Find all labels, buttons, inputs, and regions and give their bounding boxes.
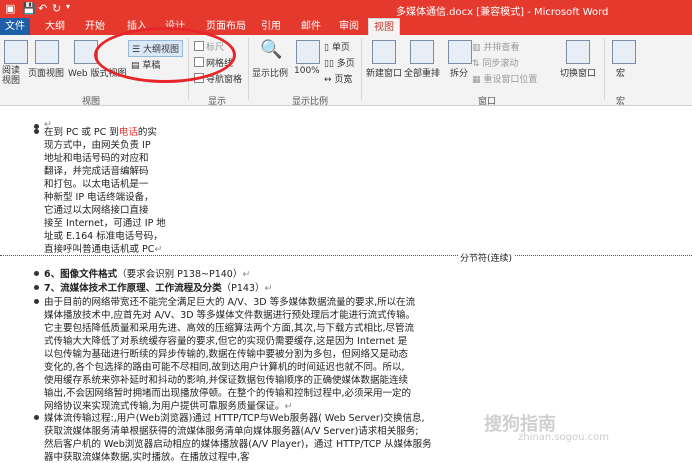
tab-mailings[interactable]: 邮件 [296,18,326,35]
group-separator [604,38,605,100]
text-line: 然后客户机的 Web浏览器启动相应的媒体播放器(A/V Player)，通过 H… [44,439,432,450]
page-width-label: 页宽 [334,75,353,85]
sync-scroll-label: 同步滚动 [482,59,519,69]
tab-outline[interactable]: 大纲 [40,18,70,35]
text-line: 以包传输为基础进行断续的异步传输的,数据在传输中要被分割为多包，但网络又是动态 [44,349,409,360]
outline-bullet [34,129,39,134]
arrange-all-icon[interactable] [410,40,434,64]
text-line: 现方式中，由网关负责 IP [44,140,151,151]
heading-6: 6、图像文件格式（要求会识别 P138~P140）↵ [44,269,251,280]
zoom-100-icon[interactable] [296,40,320,64]
tab-references[interactable]: 引用 [256,18,286,35]
text-line: 媒体播放技术中,应首先对 A/V、3D 等多媒体文件数据进行预处理后才能进行流式… [44,310,416,321]
text-line: 接至 Internet，可通过 IP 地 [44,218,166,229]
tab-view[interactable]: 视图 [368,18,400,36]
sync-scroll-button[interactable]: ⇅ 同步滚动 [472,56,518,69]
one-page-icon: ▯ [324,43,329,53]
arrange-all-button[interactable]: 全部重排 [404,66,440,79]
text-line: 媒体流传输过程:,用户(Web浏览器)通过 HTTP/TCP与Web服务器( W… [44,413,425,424]
macros-icon[interactable] [612,40,636,64]
nav-pane-label: 导航窗格 [206,75,243,85]
group-separator [361,38,362,100]
split-icon[interactable] [448,40,472,64]
print-layout-icon[interactable] [35,40,59,64]
reset-window-icon: ▦ [472,75,481,85]
sync-scroll-icon: ⇅ [472,59,480,69]
side-by-side-button[interactable]: ▥ 并排查看 [472,40,519,53]
tab-file[interactable]: 文件 [0,18,30,35]
tab-review[interactable]: 审阅 [334,18,364,35]
zoom-100-button[interactable]: 100% [294,66,320,76]
watermark-url: zhinan.sogou.com [518,432,610,443]
text-line: 输出,不会因网络暂时拥堵而出现播放停顿。在整个的传输和控制过程中,必须采用一定的 [44,388,412,399]
tab-home[interactable]: 开始 [80,18,110,35]
zoom-magnifier-icon[interactable]: 🔍 [260,39,282,60]
heading-7: 7、流媒体技术工作原理、工作流程及分类（P143）↵ [44,283,273,294]
macros-button[interactable]: 宏 [616,66,625,79]
text-line: 式传输大大降低了对系统缓存容量的要求,但它的实现仍需要缓存,这是因为 Inter… [44,336,408,347]
reset-window-label: 重设窗口位置 [483,75,538,85]
text-line: 它主要包括降低质量和采用先进、高效的压缩算法两个方面,其次,与下载方式相比,尽管… [44,323,415,334]
text-line: 在到 PC 或 PC 到电话的实 [44,127,157,138]
redo-icon[interactable]: ↻ [52,2,61,15]
switch-windows-button[interactable]: 切换窗口 [560,66,596,79]
zoom-button[interactable]: 显示比例 [252,66,288,79]
word-logo-icon: ▣ [5,2,16,15]
save-icon[interactable]: 💾 [22,2,36,15]
outline-bullet [34,299,39,304]
text-line: 变化的,各个包选择的路由可能不尽相同,故到达用户计算机的时间延迟也就不同。所以, [44,362,405,373]
title-bar: ▣ 💾 ↶ ↻ ▾ 多媒体通信.docx [兼容模式] - Microsoft … [0,0,692,18]
text-line: 由于目前的网络带宽还不能完全满足巨大的 A/V、3D 等多媒体数据流量的要求,所… [44,297,416,308]
text-line: 直接呼叫普通电话机或 PC↵ [44,244,163,255]
one-page-label: 单页 [331,43,350,53]
text-line: 器中获取流媒体数据,实时播放。在播放过程中,客 [44,452,250,463]
side-by-side-label: 并排查看 [483,43,520,53]
page-width-icon: ↔ [324,75,332,85]
read-mode-icon[interactable] [4,40,28,64]
switch-windows-icon[interactable] [566,40,590,64]
split-button[interactable]: 拆分 [450,66,468,79]
page-width-button[interactable]: ↔ 页宽 [324,72,352,85]
window-title: 多媒体通信.docx [兼容模式] - Microsoft Word [396,7,609,18]
text-line: 地址和电话号码的对应和 [44,153,149,164]
text-line: 获取流媒体服务清单根据获得的流媒体服务清单向媒体服务器(A/V Server)请… [44,426,419,437]
multi-page-button[interactable]: ▯▯ 多页 [324,56,355,69]
section-break-label: 分节符(连续) [458,251,515,264]
one-page-button[interactable]: ▯ 单页 [324,40,350,53]
side-by-side-icon: ▥ [472,43,481,53]
group-separator [248,38,249,100]
customize-qat-icon[interactable]: ▾ [66,2,70,11]
undo-icon[interactable]: ↶ [38,2,47,15]
read-mode-button[interactable]: 阅读视图 [2,66,26,86]
document-area[interactable]: ↵ 在到 PC 或 PC 到电话的实 现方式中，由网关负责 IP 地址和电话号码… [0,106,692,463]
highlight-circle-annotation [94,27,236,83]
section-break-line [0,255,692,256]
text-line: 种新型 IP 电话终端设备， [44,192,154,203]
new-window-icon[interactable] [372,40,396,64]
outline-bullet [34,285,39,290]
print-layout-button[interactable]: 页面视图 [28,66,64,79]
text-line: 它通过以太网络接口直接 [44,205,149,216]
text-line: 使用缓存系统来弥补延时和抖动的影响,并保证数据包传输顺序的正确使媒体数据能连续 [44,375,409,386]
ribbon-tabs: 文件 大纲 开始 插入 设计 页面布局 引用 邮件 审阅 视图 [0,18,692,36]
new-window-button[interactable]: 新建窗口 [366,66,402,79]
text-line: 址或 E.164 标准电话号码， [44,231,163,242]
outline-bullet [34,271,39,276]
multi-page-label: 多页 [336,59,355,69]
multi-page-icon: ▯▯ [324,59,334,69]
reset-window-button[interactable]: ▦ 重设窗口位置 [472,72,537,85]
text-line: 和打包。以太电话机是一 [44,179,149,190]
outline-bullet [34,415,39,420]
text-line: 翻译，并完成话音编解码 [44,166,149,177]
